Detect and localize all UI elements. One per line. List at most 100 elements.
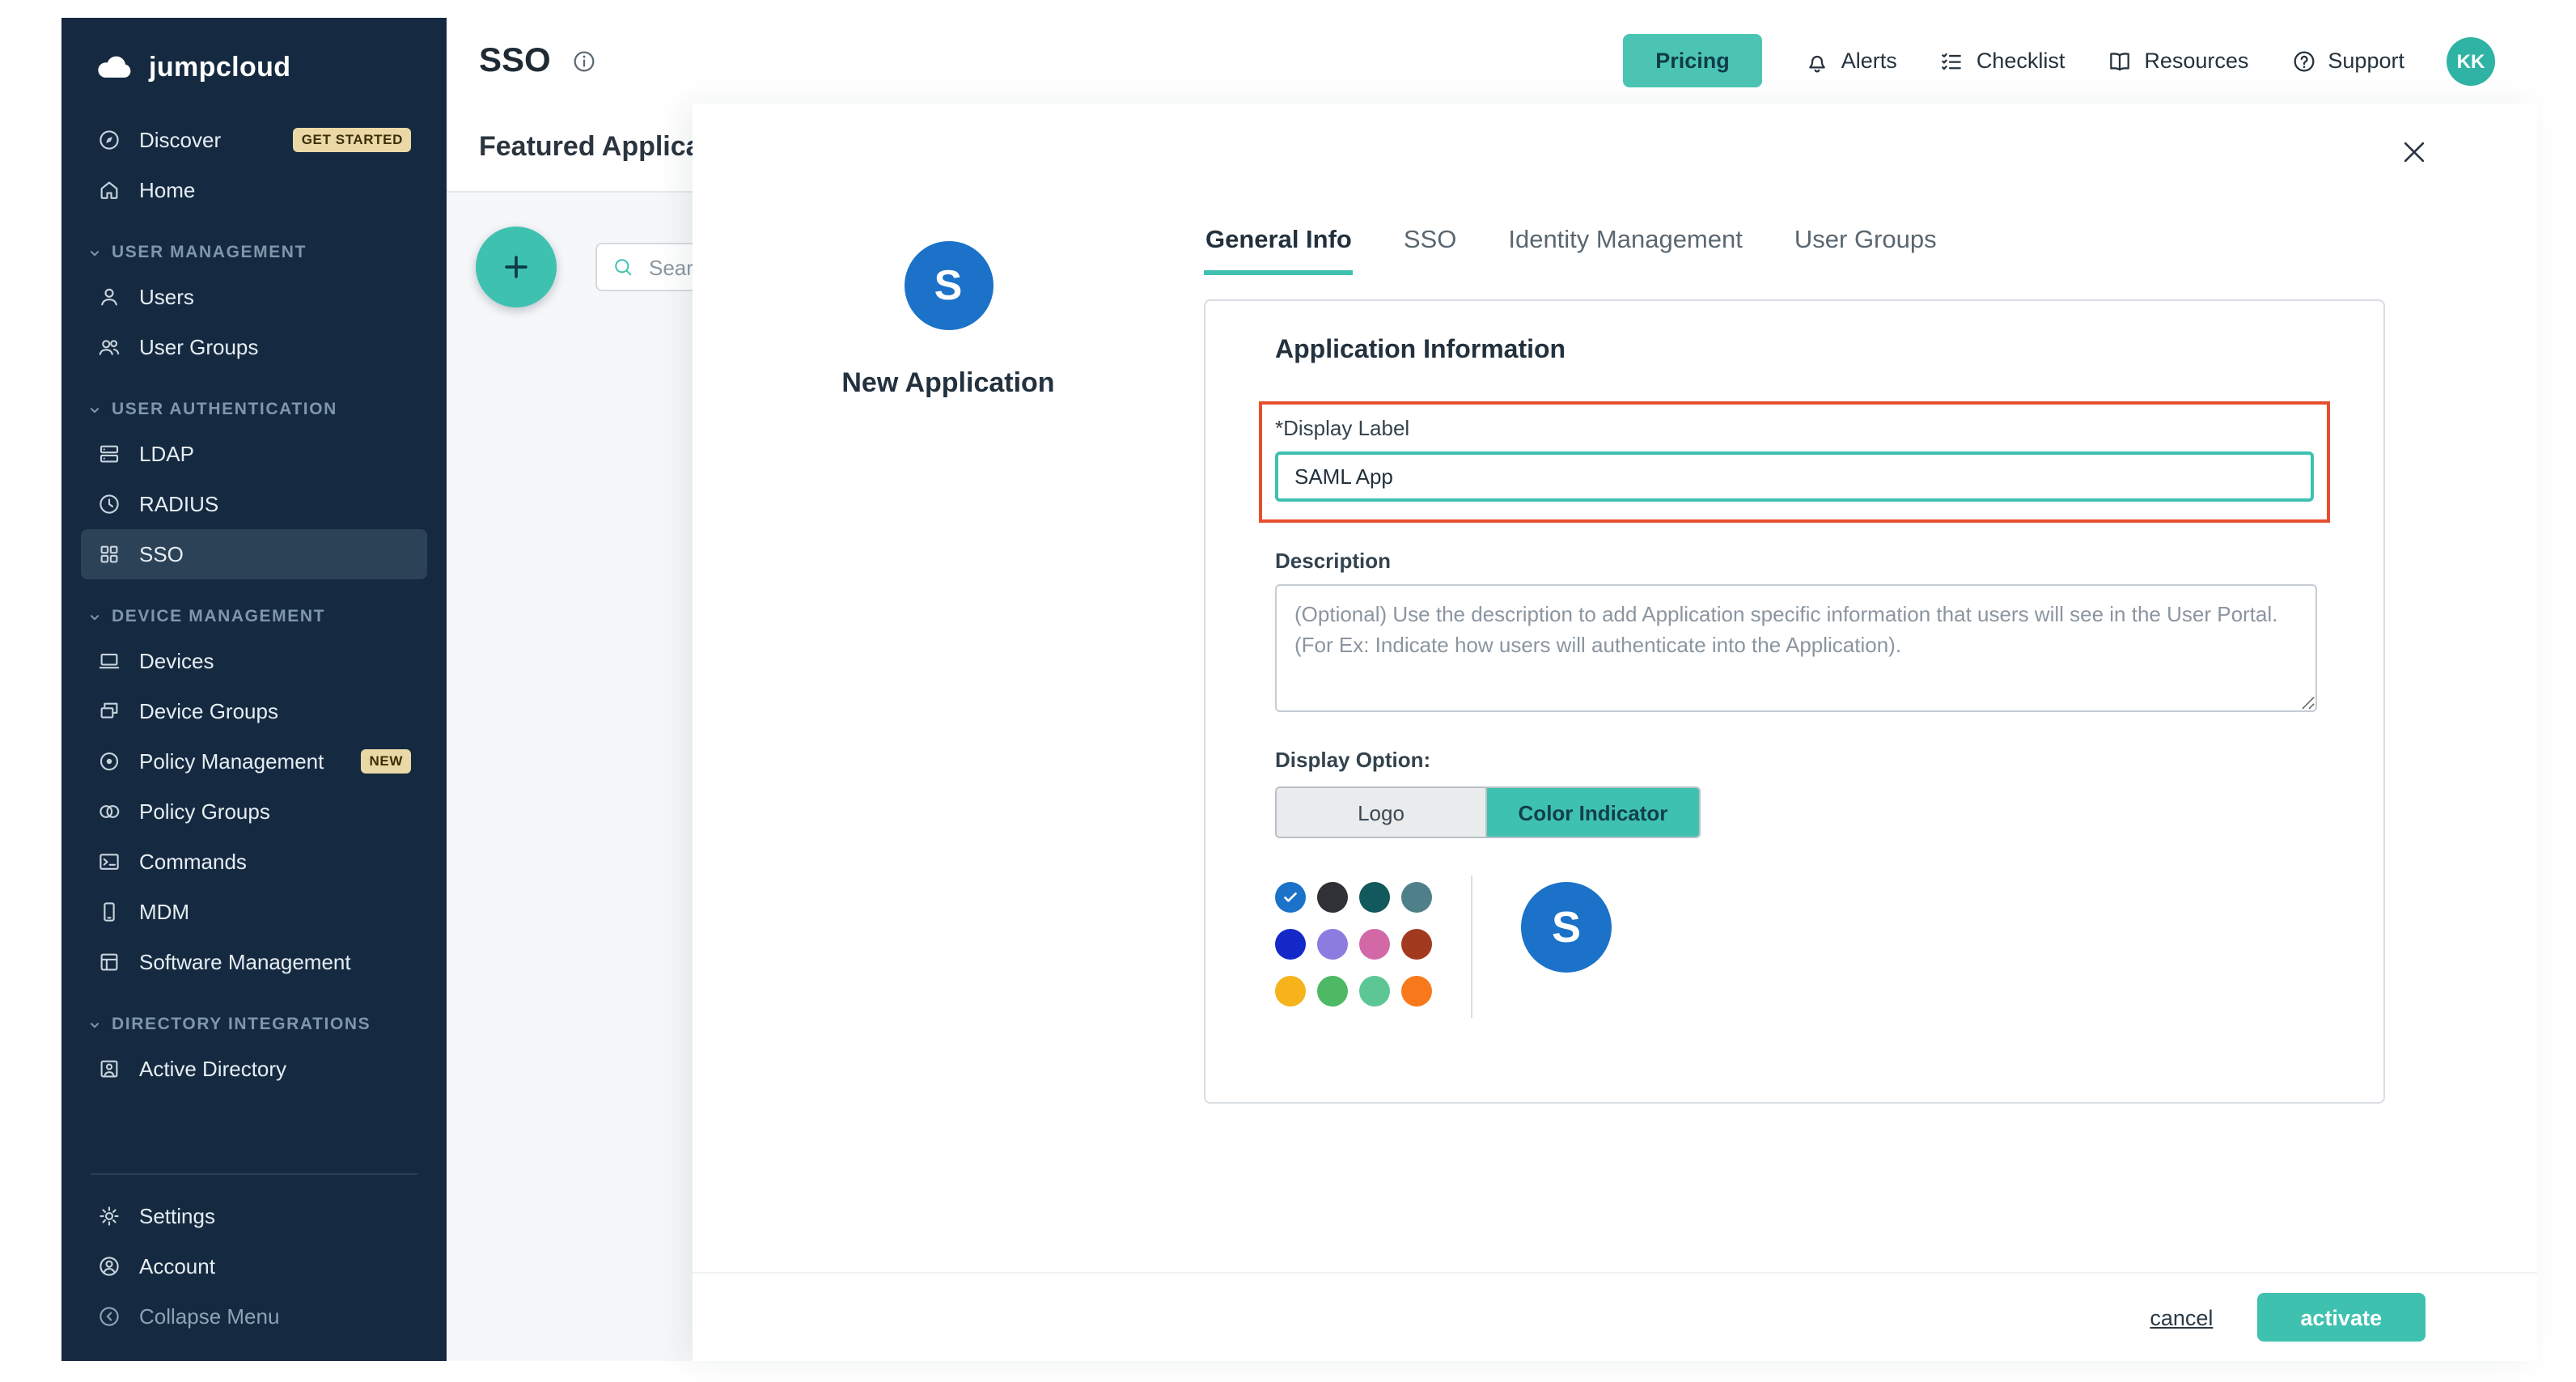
chevron-down-icon — [87, 1017, 102, 1032]
book-icon — [2107, 48, 2133, 74]
color-swatch[interactable] — [1401, 882, 1432, 913]
tab-identity-management[interactable]: Identity Management — [1506, 227, 1744, 275]
sso-icon — [97, 542, 121, 566]
description-textarea[interactable] — [1275, 584, 2317, 712]
sidebar-item-label: Users — [139, 285, 194, 309]
sidebar-item-commands[interactable]: Commands — [81, 837, 427, 887]
color-swatch[interactable] — [1317, 929, 1348, 960]
pricing-button[interactable]: Pricing — [1623, 34, 1762, 87]
close-icon — [2398, 136, 2430, 168]
radius-icon — [97, 492, 121, 516]
workarea: Featured Applications — [447, 104, 2537, 1361]
sidebar-section-user-management[interactable]: USER MANAGEMENT — [81, 243, 427, 262]
sidebar-item-active-directory[interactable]: Active Directory — [81, 1044, 427, 1094]
sidebar-item-label: Software Management — [139, 950, 351, 974]
close-button[interactable] — [2398, 134, 2434, 170]
main-area: SSO Pricing Alerts Checklist Re — [447, 18, 2537, 1361]
logo-text: jumpcloud — [149, 52, 291, 84]
card-title: Application Information — [1275, 337, 2317, 366]
ldap-icon — [97, 442, 121, 466]
sidebar-item-sso[interactable]: SSO — [81, 529, 427, 579]
color-indicator-preview: S — [1521, 882, 1612, 973]
display-label-label: *Display Label — [1275, 416, 2314, 440]
description-label: Description — [1275, 549, 2317, 573]
sidebar-item-label: Account — [139, 1254, 215, 1278]
color-swatch[interactable] — [1401, 976, 1432, 1007]
device-groups-icon — [97, 699, 121, 723]
sidebar-item-label: Commands — [139, 850, 247, 874]
sidebar-item-device-groups[interactable]: Device Groups — [81, 686, 427, 736]
sidebar-section-directory-integrations[interactable]: DIRECTORY INTEGRATIONS — [81, 1015, 427, 1034]
sidebar-item-user-groups[interactable]: User Groups — [81, 322, 427, 372]
chevron-down-icon — [87, 609, 102, 624]
settings-icon — [97, 1204, 121, 1228]
color-swatch[interactable] — [1317, 882, 1348, 913]
color-swatch-selected[interactable] — [1275, 882, 1306, 913]
sidebar-item-label: Policy Groups — [139, 799, 270, 824]
sidebar-item-discover[interactable]: Discover GET STARTED — [81, 115, 427, 165]
color-swatch[interactable] — [1401, 929, 1432, 960]
sidebar-item-label: Devices — [139, 649, 214, 673]
resources-button[interactable]: Resources — [2107, 48, 2248, 74]
color-swatch[interactable] — [1275, 929, 1306, 960]
sidebar-item-label: LDAP — [139, 442, 194, 466]
sidebar-item-policy-management[interactable]: Policy Management NEW — [81, 736, 427, 786]
chevron-down-icon — [87, 402, 102, 417]
get-started-badge: GET STARTED — [294, 129, 411, 152]
mdm-icon — [97, 900, 121, 924]
active-directory-icon — [97, 1057, 121, 1081]
sidebar-item-account[interactable]: Account — [81, 1241, 427, 1291]
screen: jumpcloud Discover GET STARTED Home USER… — [0, 0, 2576, 1382]
cancel-link[interactable]: cancel — [2150, 1305, 2213, 1329]
page-title: SSO — [479, 41, 551, 80]
chevron-down-icon — [87, 245, 102, 260]
jumpcloud-logo[interactable]: jumpcloud — [81, 18, 427, 102]
color-swatch[interactable] — [1359, 882, 1390, 913]
color-swatch[interactable] — [1359, 976, 1390, 1007]
sidebar-section-device-management[interactable]: DEVICE MANAGEMENT — [81, 607, 427, 626]
activate-button[interactable]: activate — [2256, 1293, 2426, 1342]
top-header: SSO Pricing Alerts Checklist Re — [447, 18, 2537, 104]
sidebar-item-policy-groups[interactable]: Policy Groups — [81, 786, 427, 837]
sidebar-item-radius[interactable]: RADIUS — [81, 479, 427, 529]
sidebar-item-label: MDM — [139, 900, 189, 924]
sidebar-item-collapse-menu[interactable]: Collapse Menu — [81, 1291, 427, 1342]
color-indicator-option-button[interactable]: Color Indicator — [1487, 788, 1699, 837]
tab-general-info[interactable]: General Info — [1204, 227, 1354, 275]
sidebar-divider — [91, 1173, 417, 1175]
support-button[interactable]: Support — [2290, 48, 2404, 74]
sidebar-item-software-management[interactable]: Software Management — [81, 937, 427, 987]
info-icon[interactable] — [572, 48, 598, 74]
color-swatch[interactable] — [1359, 929, 1390, 960]
tab-user-groups[interactable]: User Groups — [1793, 227, 1938, 275]
home-icon — [97, 178, 121, 202]
sidebar-item-settings[interactable]: Settings — [81, 1191, 427, 1241]
sidebar-section-user-authentication[interactable]: USER AUTHENTICATION — [81, 400, 427, 419]
sidebar-footer: Settings Account Collapse Menu — [81, 1154, 427, 1342]
color-swatch[interactable] — [1317, 976, 1348, 1007]
application-name: New Application — [841, 367, 1054, 400]
new-badge: NEW — [362, 750, 411, 774]
tab-sso[interactable]: SSO — [1402, 227, 1458, 275]
color-swatch[interactable] — [1275, 976, 1306, 1007]
add-application-button[interactable] — [476, 227, 557, 307]
sidebar-item-home[interactable]: Home — [81, 165, 427, 215]
sidebar-item-label: Settings — [139, 1204, 215, 1228]
application-information-card: Application Information *Display Label D… — [1204, 299, 2385, 1104]
sidebar-item-label: RADIUS — [139, 492, 218, 516]
sidebar-item-mdm[interactable]: MDM — [81, 887, 427, 937]
sidebar-item-label: Active Directory — [139, 1057, 286, 1081]
sidebar-item-ldap[interactable]: LDAP — [81, 429, 427, 479]
alerts-button[interactable]: Alerts — [1804, 48, 1897, 74]
logo-option-button[interactable]: Logo — [1277, 788, 1487, 837]
avatar[interactable]: KK — [2447, 36, 2495, 85]
display-label-input[interactable] — [1275, 451, 2314, 502]
application-summary: S New Application — [693, 104, 1204, 1272]
checklist-icon — [1939, 48, 1965, 74]
account-icon — [97, 1254, 121, 1278]
sidebar-item-users[interactable]: Users — [81, 272, 427, 322]
display-option-label: Display Option: — [1275, 748, 2317, 772]
checklist-button[interactable]: Checklist — [1939, 48, 2065, 74]
jumpcloud-cloud-icon — [94, 47, 136, 89]
sidebar-item-devices[interactable]: Devices — [81, 636, 427, 686]
